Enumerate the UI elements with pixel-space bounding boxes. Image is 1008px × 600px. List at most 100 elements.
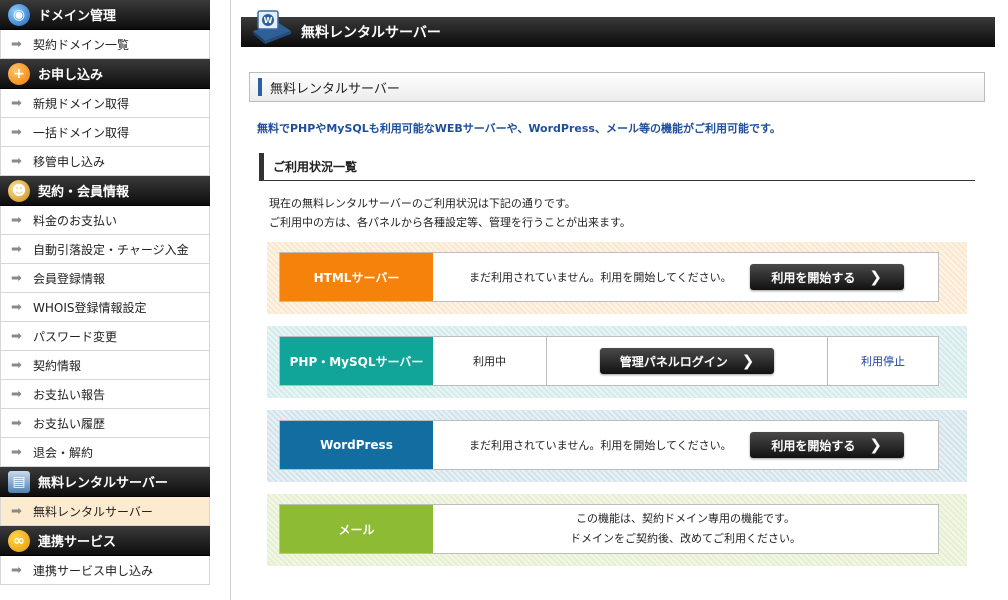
sidebar-section-title: 無料レンタルサーバー [38, 476, 168, 491]
sidebar-item-label: お支払い履歴 [33, 416, 106, 431]
start-html-button[interactable]: 利用を開始する ❯ [749, 264, 904, 290]
service-row-php: PHP・MySQLサーバー 利用中 管理パネルログイン ❯ 利用停止 [279, 336, 939, 386]
panel-login-cell: 管理パネルログイン ❯ [547, 337, 827, 385]
sidebar-item-free-server[interactable]: ➡ 無料レンタルサーバー [0, 497, 210, 526]
sidebar-item-label: パスワード変更 [33, 329, 118, 344]
sidebar-item-payment[interactable]: ➡ 料金のお支払い [0, 206, 210, 235]
panel-login-button[interactable]: 管理パネルログイン ❯ [600, 348, 774, 374]
service-label-php: PHP・MySQLサーバー [280, 337, 433, 385]
svg-text:W: W [264, 16, 273, 25]
sidebar-section-domain: ◉ ドメイン管理 [0, 0, 210, 30]
sidebar-item-contract[interactable]: ➡ 契約情報 [0, 351, 210, 380]
sidebar-item-bulk-domain[interactable]: ➡ 一括ドメイン取得 [0, 118, 210, 147]
arrow-right-icon: ➡ [11, 95, 22, 111]
arrow-right-icon: ➡ [11, 328, 22, 344]
sidebar-section-free-server: ▤ 無料レンタルサーバー [0, 467, 210, 497]
service-card-html: HTMLサーバー まだ利用されていません。利用を開始してください。 利用を開始す… [267, 242, 967, 314]
arrow-right-icon: ➡ [11, 357, 22, 373]
sidebar-item-label: お支払い報告 [33, 387, 106, 402]
start-wordpress-button[interactable]: 利用を開始する ❯ [749, 432, 904, 458]
sidebar-item-label: 会員登録情報 [33, 271, 106, 286]
sidebar-item-label: 一括ドメイン取得 [33, 125, 130, 140]
chevron-right-icon: ❯ [741, 352, 755, 370]
page-title: 無料レンタルサーバー [301, 25, 441, 41]
sidebar-item-label: 料金のお支払い [33, 213, 118, 228]
section-title: 無料レンタルサーバー [270, 81, 400, 97]
start-button-label: 利用を開始する [771, 270, 856, 285]
arrow-right-icon: ➡ [11, 212, 22, 228]
sidebar-item-whois[interactable]: ➡ WHOIS登録情報設定 [0, 293, 210, 322]
arrow-right-icon: ➡ [11, 270, 22, 286]
sidebar-section-apply: + お申し込み [0, 59, 210, 89]
arrow-right-icon: ➡ [11, 562, 22, 578]
sidebar-item-new-domain[interactable]: ➡ 新規ドメイン取得 [0, 89, 210, 118]
arrow-right-icon: ➡ [11, 415, 22, 431]
stop-service-link[interactable]: 利用停止 [861, 353, 905, 369]
arrow-right-icon: ➡ [11, 299, 22, 315]
service-status-label: 利用中 [473, 355, 506, 368]
service-label-html: HTMLサーバー [280, 253, 433, 301]
sidebar-section-title: ドメイン管理 [38, 9, 117, 24]
sidebar-item-payment-report[interactable]: ➡ お支払い報告 [0, 380, 210, 409]
sidebar-item-linked-apply[interactable]: ➡ 連携サービス申し込み [0, 556, 210, 585]
sidebar-item-member-info[interactable]: ➡ 会員登録情報 [0, 264, 210, 293]
chevron-right-icon: ❯ [869, 436, 882, 454]
section-title-box: 無料レンタルサーバー [249, 72, 985, 102]
description-line-1: 現在の無料レンタルサーバーのご利用状況は下記の通りです。 [269, 197, 576, 210]
sidebar-item-label: 契約情報 [33, 358, 82, 373]
arrow-right-icon: ➡ [11, 386, 22, 402]
service-label-mail: メール [280, 505, 433, 553]
service-row-mail: メール この機能は、契約ドメイン専用の機能です。 ドメインをご契約後、改めてご利… [279, 504, 939, 554]
service-card-mail: メール この機能は、契約ドメイン専用の機能です。 ドメインをご契約後、改めてご利… [267, 494, 967, 566]
sidebar-section-title: 連携サービス [38, 535, 117, 550]
arrow-right-icon: ➡ [11, 36, 22, 52]
arrow-right-icon: ➡ [11, 153, 22, 169]
main-content: 無料レンタルサーバー W 無料レンタルサーバー 無料でPHPやMySQLも利用可… [230, 0, 1008, 600]
sidebar-item-label: 契約ドメイン一覧 [33, 37, 130, 52]
mail-message-line-1: この機能は、契約ドメイン専用の機能です。 [576, 512, 795, 525]
start-button-label: 利用を開始する [771, 438, 856, 453]
service-row-wordpress: WordPress まだ利用されていません。利用を開始してください。 利用を開始… [279, 420, 939, 470]
status-heading-label: ご利用状況一覧 [273, 160, 358, 174]
service-message-wordpress: まだ利用されていません。利用を開始してください。 [469, 439, 732, 452]
server-icon: ▤ [8, 470, 30, 493]
chevron-right-icon: ❯ [869, 268, 882, 286]
sidebar: ◉ ドメイン管理 ➡ 契約ドメイン一覧 + お申し込み ➡ 新規ドメイン取得 ➡ 一括… [0, 0, 210, 585]
sidebar-item-payment-history[interactable]: ➡ お支払い履歴 [0, 409, 210, 438]
arrow-right-icon: ➡ [11, 241, 22, 257]
service-message-mail: この機能は、契約ドメイン専用の機能です。 ドメインをご契約後、改めてご利用くださ… [433, 505, 938, 553]
service-card-wordpress: WordPress まだ利用されていません。利用を開始してください。 利用を開始… [267, 410, 967, 482]
sidebar-section-title: 契約・会員情報 [38, 185, 130, 200]
sidebar-item-label: 無料レンタルサーバー [33, 504, 153, 519]
description-line-2: ご利用中の方は、各パネルから各種設定等、管理を行うことが出来ます。 [269, 216, 631, 229]
arrow-right-icon: ➡ [11, 124, 22, 140]
arrow-right-icon: ➡ [11, 444, 22, 460]
status-heading: ご利用状況一覧 [259, 153, 975, 181]
service-status-php: 利用中 [433, 337, 546, 385]
sidebar-item-password[interactable]: ➡ パスワード変更 [0, 322, 210, 351]
arrow-right-icon: ➡ [11, 503, 22, 519]
service-row-html: HTMLサーバー まだ利用されていません。利用を開始してください。 利用を開始す… [279, 252, 939, 302]
sidebar-section-account: ☻ 契約・会員情報 [0, 176, 210, 206]
sidebar-item-label: WHOIS登録情報設定 [33, 300, 147, 315]
sidebar-item-label: 自動引落設定・チャージ入金 [33, 242, 189, 257]
sidebar-section-linked: ∞ 連携サービス [0, 526, 210, 556]
sidebar-section-title: お申し込み [38, 68, 104, 83]
panel-login-label: 管理パネルログイン [619, 354, 728, 369]
sidebar-item-label: 退会・解約 [33, 445, 94, 460]
service-message-html: まだ利用されていません。利用を開始してください。 [469, 271, 732, 284]
mail-message-line-2: ドメインをご契約後、改めてご利用ください。 [570, 532, 801, 545]
sidebar-item-withdraw[interactable]: ➡ 退会・解約 [0, 438, 210, 467]
person-icon: ☻ [8, 179, 30, 202]
sidebar-item-auto-debit[interactable]: ➡ 自動引落設定・チャージ入金 [0, 235, 210, 264]
plus-icon: + [8, 62, 30, 85]
link-icon: ∞ [8, 529, 30, 552]
sidebar-item-domain-list[interactable]: ➡ 契約ドメイン一覧 [0, 30, 210, 59]
sidebar-item-transfer[interactable]: ➡ 移管申し込み [0, 147, 210, 176]
intro-text: 無料でPHPやMySQLも利用可能なWEBサーバーや、WordPress、メール… [257, 122, 781, 135]
service-card-php: PHP・MySQLサーバー 利用中 管理パネルログイン ❯ 利用停止 [267, 326, 967, 398]
stop-cell: 利用停止 [828, 337, 938, 385]
sidebar-item-label: 移管申し込み [33, 154, 106, 169]
globe-icon: ◉ [8, 3, 30, 26]
wordpress-server-icon: W [253, 10, 291, 44]
